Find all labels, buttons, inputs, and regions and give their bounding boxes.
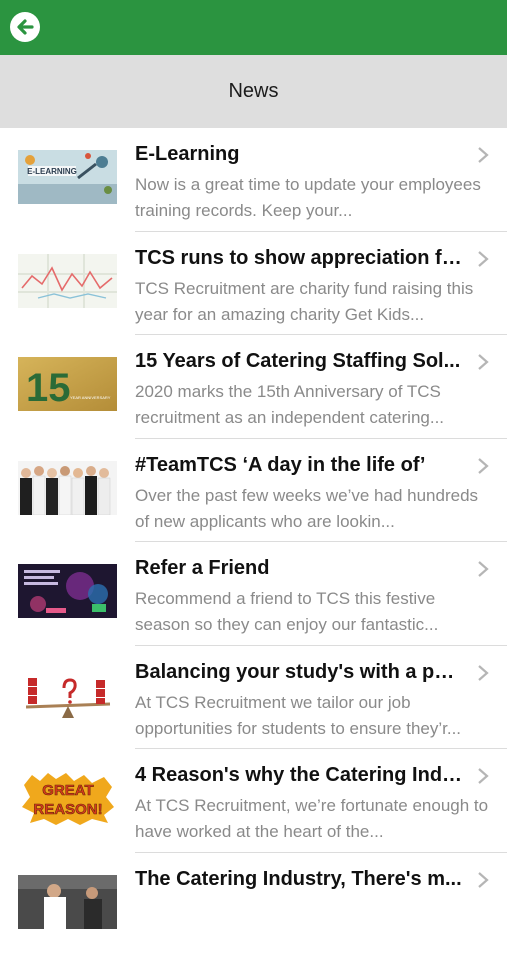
news-item[interactable]: GREAT REASON! 4 Reason's why the Caterin…: [0, 749, 507, 853]
news-title: Refer a Friend: [135, 557, 465, 580]
chevron-right-icon: [476, 146, 490, 164]
news-thumbnail-great-reason: GREAT REASON!: [18, 771, 117, 825]
news-description: At TCS Recruitment we tailor our job opp…: [135, 690, 490, 742]
news-title: 15 Years of Catering Staffing Sol...: [135, 350, 465, 373]
chevron-right-icon: [476, 560, 490, 578]
thumbnail-subcaption: YEAR ANNIVERSARY: [70, 395, 111, 400]
news-title: 4 Reason's why the Catering Indu...: [135, 764, 465, 787]
news-title: Balancing your study's with a par...: [135, 661, 465, 684]
news-title: TCS runs to show appreciation fo...: [135, 247, 465, 270]
thumbnail-subcaption: REASON!: [33, 801, 102, 818]
back-arrow-icon[interactable]: [10, 12, 40, 42]
thumbnail-caption: GREAT: [42, 782, 93, 799]
chevron-right-icon: [476, 457, 490, 475]
news-thumbnail-team-photo: [18, 461, 117, 515]
news-description: TCS Recruitment are charity fund raising…: [135, 276, 490, 328]
news-description: Over the past few weeks we’ve had hundre…: [135, 483, 490, 535]
page-header: News: [0, 55, 507, 128]
news-thumbnail-balance-scale: [18, 668, 117, 722]
top-app-bar: [0, 0, 507, 55]
news-thumbnail-refer-friend: [18, 564, 117, 618]
news-title: The Catering Industry, There's m...: [135, 868, 465, 891]
news-item[interactable]: TCS runs to show appreciation fo... TCS …: [0, 232, 507, 336]
news-list: E-LEARNING E-Learning Now is a great tim…: [0, 128, 507, 956]
chevron-right-icon: [476, 767, 490, 785]
news-description: At TCS Recruitment, we’re fortunate enou…: [135, 793, 490, 845]
news-item[interactable]: E-LEARNING E-Learning Now is a great tim…: [0, 128, 507, 232]
news-title: E-Learning: [135, 143, 465, 166]
news-description: Recommend a friend to TCS this festive s…: [135, 586, 490, 638]
news-item[interactable]: Refer a Friend Recommend a friend to TCS…: [0, 542, 507, 646]
thumbnail-caption: 15: [26, 366, 71, 410]
chevron-right-icon: [476, 871, 490, 889]
chevron-right-icon: [476, 353, 490, 371]
news-thumbnail-route-map: [18, 254, 117, 308]
news-item[interactable]: The Catering Industry, There's m...: [0, 853, 507, 956]
news-thumbnail-anniversary: 15 YEAR ANNIVERSARY: [18, 357, 117, 411]
news-thumbnail-catering: [18, 875, 117, 929]
news-title: #TeamTCS ‘A day in the life of’: [135, 454, 465, 477]
news-description: Now is a great time to update your emplo…: [135, 172, 490, 224]
news-item[interactable]: #TeamTCS ‘A day in the life of’ Over the…: [0, 439, 507, 543]
news-thumbnail-elearning: E-LEARNING: [18, 150, 117, 204]
news-description: 2020 marks the 15th Anniversary of TCS r…: [135, 379, 490, 431]
page-title: News: [228, 80, 278, 103]
chevron-right-icon: [476, 250, 490, 268]
news-item[interactable]: 15 YEAR ANNIVERSARY 15 Years of Catering…: [0, 335, 507, 439]
thumbnail-caption: E-LEARNING: [27, 167, 77, 176]
chevron-right-icon: [476, 664, 490, 682]
news-item[interactable]: Balancing your study's with a par... At …: [0, 646, 507, 750]
